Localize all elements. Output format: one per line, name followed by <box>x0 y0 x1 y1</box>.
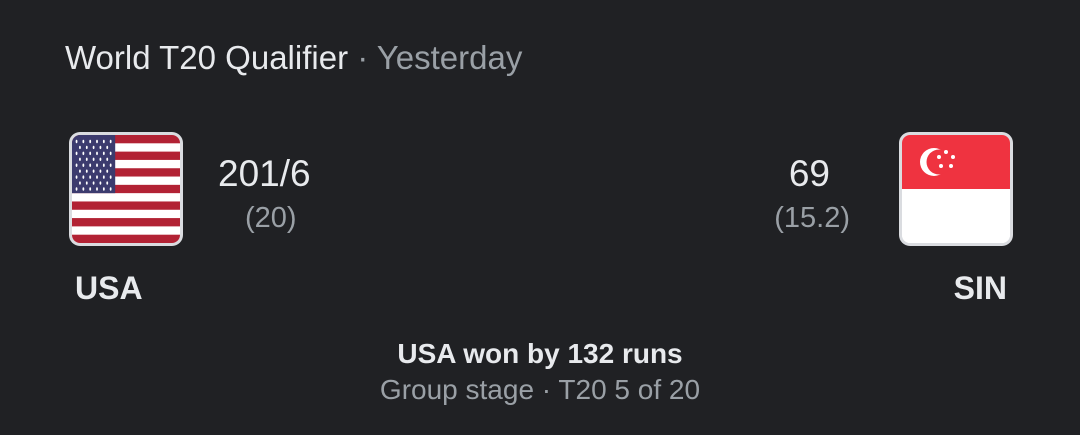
match-date: Yesterday <box>376 39 523 76</box>
match-card[interactable]: World T20 Qualifier · Yesterday 201/6 (2… <box>0 0 1080 435</box>
singapore-flag-icon <box>902 135 1010 243</box>
away-overs: (15.2) <box>774 202 850 234</box>
match-stage: Group stage · T20 5 of 20 <box>379 374 701 405</box>
away-score: 69 <box>788 153 830 194</box>
home-team-name: USA <box>75 270 143 306</box>
header-separator: · <box>348 39 377 76</box>
match-header: World T20 Qualifier · Yesterday <box>65 36 522 80</box>
tournament-title: World T20 Qualifier <box>65 39 349 76</box>
match-result: USA won by 132 runs <box>397 338 683 369</box>
usa-flag-icon <box>72 135 180 243</box>
away-team-name: SIN <box>953 270 1007 306</box>
home-overs: (20) <box>245 202 297 234</box>
home-score: 201/6 <box>218 153 311 194</box>
